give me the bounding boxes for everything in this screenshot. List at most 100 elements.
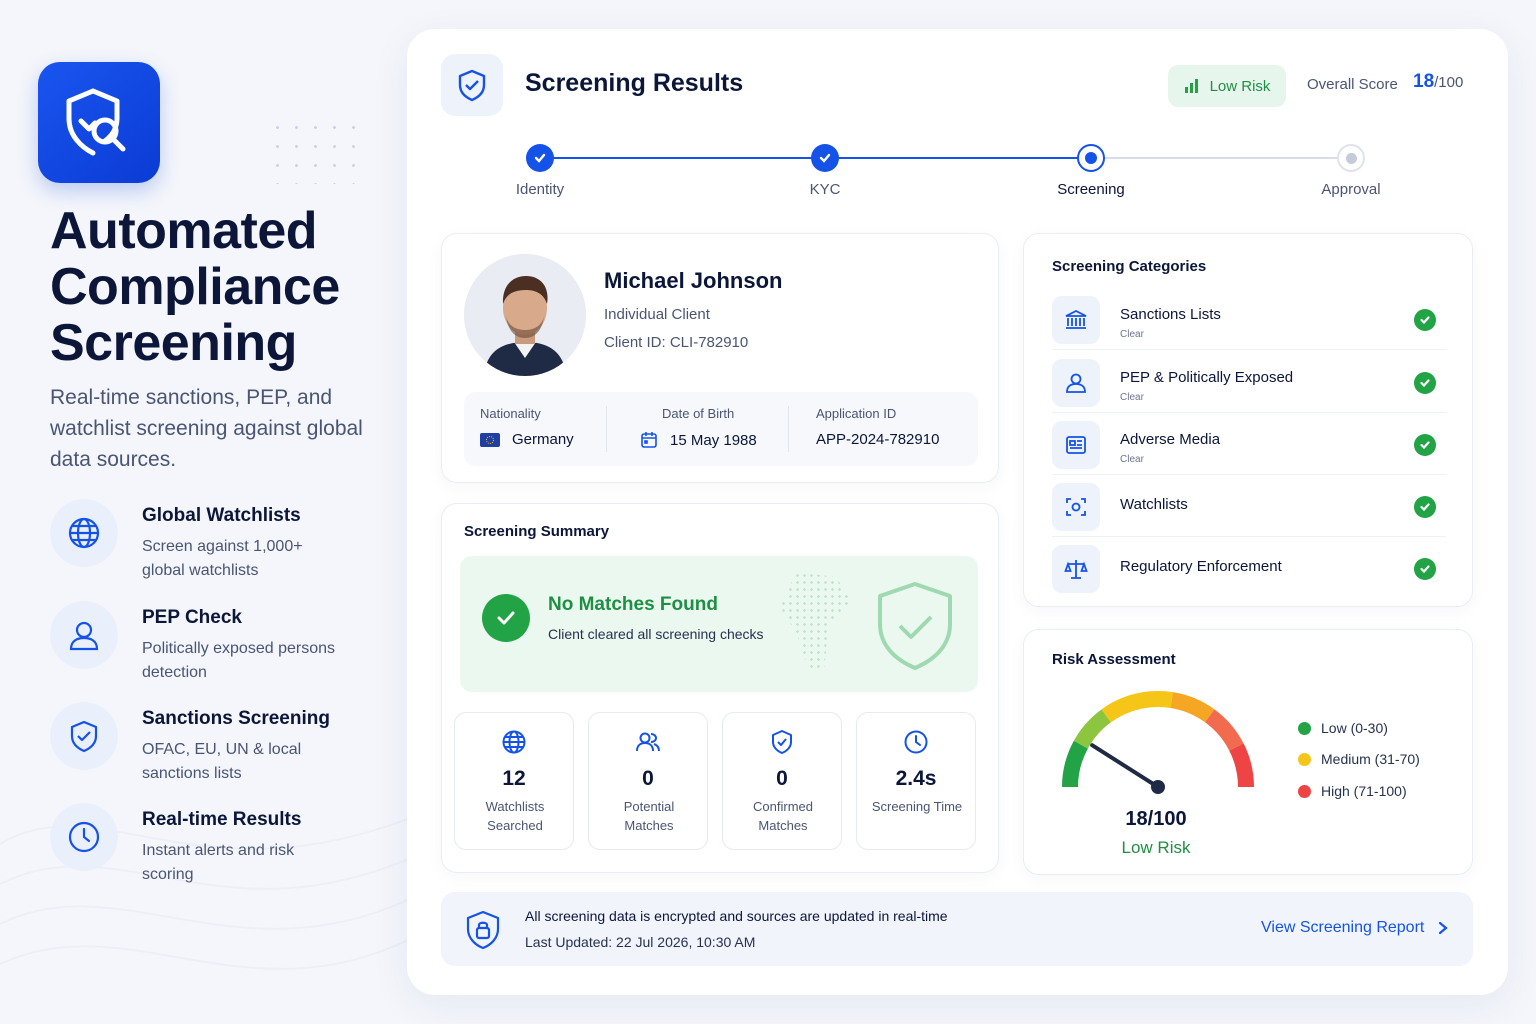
step-kyc-node[interactable] xyxy=(811,144,839,172)
step-label: KYC xyxy=(809,181,841,198)
legend-dot xyxy=(1298,784,1311,798)
feature-sanctions-screening: Sanctions Screening OFAC, EU, UN & local… xyxy=(50,702,370,792)
feature-description: Instant alerts and risk scoring xyxy=(142,842,295,883)
step-screening-node[interactable] xyxy=(1077,144,1105,172)
eu-flag-icon xyxy=(480,432,500,447)
chevron-right-icon xyxy=(1439,921,1449,935)
world-map-pattern xyxy=(780,572,852,672)
gauge-segment xyxy=(1062,740,1089,788)
shield-check-icon xyxy=(441,54,503,116)
screening-results-card: Screening Results Low Risk Overall Score… xyxy=(407,29,1508,995)
category-status: Clear xyxy=(1120,454,1144,465)
legend-dot xyxy=(1298,721,1311,735)
category-row-sanctions[interactable]: Sanctions Lists Clear xyxy=(1052,288,1446,350)
page-title: Screening Results xyxy=(525,69,744,97)
stat-value: 0 xyxy=(642,767,654,790)
gauge-arcs xyxy=(1062,691,1254,788)
last-updated: Last Updated: 22 Jul 2026, 10:30 AM xyxy=(525,934,756,950)
step-approval-node[interactable] xyxy=(1337,144,1365,172)
shield-check-icon xyxy=(772,730,792,754)
hero-title: Automated Compliance Screening xyxy=(50,203,390,371)
feature-global-watchlists: Global Watchlists Screen against 1,000+ … xyxy=(50,499,370,589)
feature-description: OFAC, EU, UN & local sanctions lists xyxy=(142,741,302,782)
feature-description: Politically exposed persons detection xyxy=(142,640,335,681)
application-id-value: APP-2024-782910 xyxy=(816,431,940,448)
step-connector xyxy=(825,157,1091,159)
hero-title-line: Screening xyxy=(50,314,297,372)
step-identity-node[interactable] xyxy=(526,144,554,172)
client-type: Individual Client xyxy=(604,306,710,323)
feature-title: Real-time Results xyxy=(142,809,302,830)
check-circle-icon xyxy=(1414,558,1436,580)
view-report-link[interactable]: View Screening Report xyxy=(1261,919,1449,937)
feature-title: Sanctions Screening xyxy=(142,708,330,729)
divider xyxy=(606,406,607,452)
gauge-segment xyxy=(1073,709,1112,749)
category-status: Clear xyxy=(1120,392,1144,403)
globe-icon xyxy=(502,730,526,754)
app-logo xyxy=(38,62,160,183)
check-circle-icon xyxy=(482,594,530,642)
dob-value: 15 May 1988 xyxy=(670,431,757,449)
legend-low: Low (0-30) xyxy=(1298,720,1388,736)
feature-title: Global Watchlists xyxy=(142,505,301,526)
shield-search-icon xyxy=(66,88,126,155)
progress-stepper: Identity KYC Screening Approval xyxy=(407,139,1508,209)
feature-title: PEP Check xyxy=(142,607,242,628)
shield-lock-icon xyxy=(466,910,500,950)
scales-icon xyxy=(1052,545,1100,593)
category-name: Watchlists xyxy=(1120,496,1188,513)
category-row-pep[interactable]: PEP & Politically Exposed Clear xyxy=(1052,351,1446,413)
check-icon xyxy=(534,153,546,163)
avatar xyxy=(464,254,586,376)
nationality-value: Germany xyxy=(512,431,574,448)
category-row-regulatory[interactable]: Regulatory Enforcement xyxy=(1052,537,1446,599)
feature-description: Screen against 1,000+ global watchlists xyxy=(142,538,303,579)
gauge-segment xyxy=(1229,743,1254,788)
shield-check-icon xyxy=(50,702,118,770)
legend-label: Medium (31-70) xyxy=(1321,751,1420,767)
stat-confirmed-matches: 0 Confirmed Matches xyxy=(722,712,842,850)
panel-title: Screening Summary xyxy=(464,523,610,540)
check-circle-icon xyxy=(1414,496,1436,518)
stat-label: Confirmed Matches xyxy=(753,799,813,833)
category-row-watchlists[interactable]: Watchlists xyxy=(1052,475,1446,537)
stat-watchlists-searched: 12 Watchlists Searched xyxy=(454,712,574,850)
risk-level-badge: Low Risk xyxy=(1168,65,1286,107)
category-name: Sanctions Lists xyxy=(1120,306,1221,323)
category-name: Regulatory Enforcement xyxy=(1120,558,1282,575)
hero-title-line: Automated xyxy=(50,202,318,260)
field-label: Nationality xyxy=(480,406,541,421)
stat-value: 0 xyxy=(776,767,788,790)
risk-chip-label: Low Risk xyxy=(1209,77,1271,95)
application-field: Application ID APP-2024-782910 xyxy=(816,406,939,448)
legend-label: High (71-100) xyxy=(1321,783,1407,799)
category-status: Clear xyxy=(1120,329,1144,340)
risk-level: Low Risk xyxy=(1121,838,1191,857)
divider xyxy=(788,406,789,452)
category-row-adverse-media[interactable]: Adverse Media Clear xyxy=(1052,413,1446,475)
client-id: Client ID: CLI-782910 xyxy=(604,334,749,351)
check-circle-icon xyxy=(1414,372,1436,394)
check-circle-icon xyxy=(1414,309,1436,331)
step-label: Identity xyxy=(515,181,565,198)
clock-icon xyxy=(904,730,928,754)
check-icon xyxy=(819,153,831,163)
category-name: PEP & Politically Exposed xyxy=(1120,369,1294,386)
dob-field: Date of Birth 15 May 1988 xyxy=(640,406,757,449)
scan-eye-icon xyxy=(1052,483,1100,531)
legend-high: High (71-100) xyxy=(1298,783,1407,799)
category-name: Adverse Media xyxy=(1120,431,1221,448)
stat-value: 12 xyxy=(502,767,526,790)
risk-score: 18/100 xyxy=(1125,808,1187,830)
step-connector xyxy=(540,157,825,159)
feature-realtime-results: Real-time Results Instant alerts and ris… xyxy=(50,803,370,893)
result-title: No Matches Found xyxy=(548,594,718,615)
field-label: Application ID xyxy=(816,406,897,421)
overall-score-value: 18/100 xyxy=(1413,71,1463,93)
stat-label: Screening Time xyxy=(871,799,963,814)
step-connector xyxy=(1091,157,1351,159)
hero-title-line: Compliance xyxy=(50,258,340,316)
risk-assessment-panel: Risk Assessment 18/100 Low Risk Low (0-3… xyxy=(1023,629,1473,875)
calendar-icon xyxy=(641,432,657,448)
